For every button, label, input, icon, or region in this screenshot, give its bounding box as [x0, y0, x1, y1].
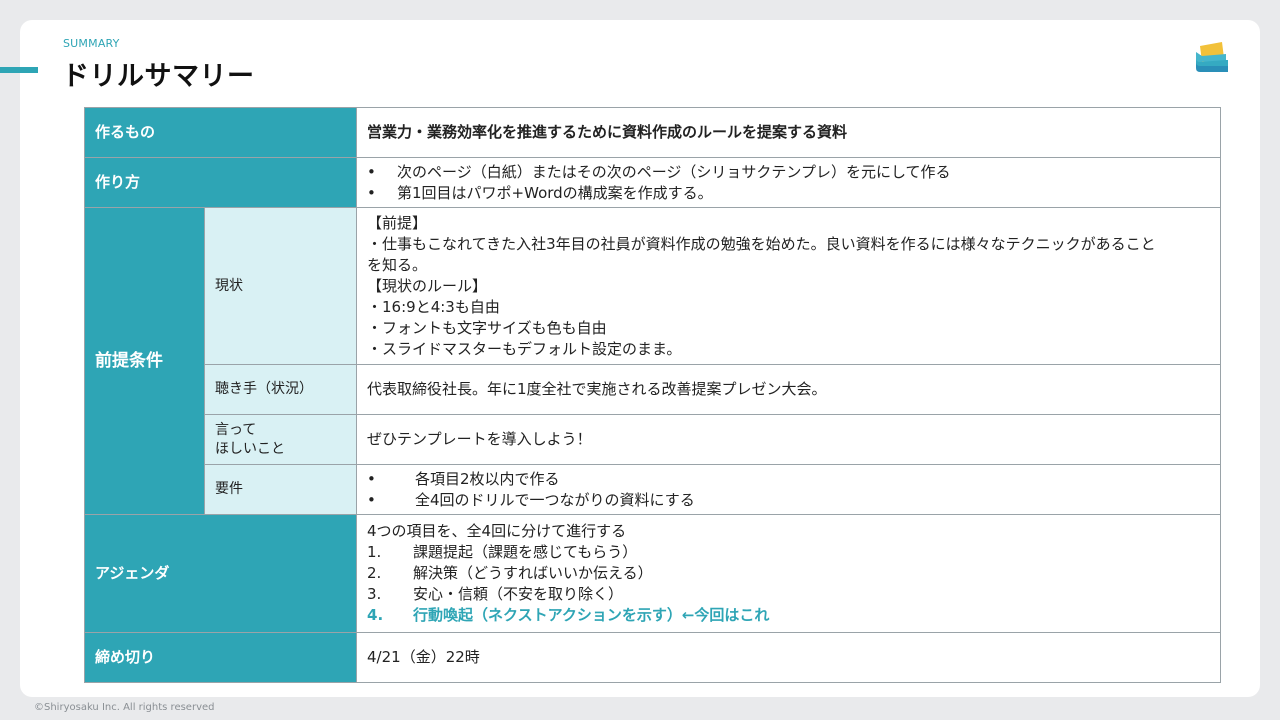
row-value-how: • 次のページ（白紙）またはその次のページ（シリョサクテンプレ）を元にして作る •… [356, 157, 1222, 208]
row-label-make: 作るもの [83, 107, 358, 158]
table-row-current: 前提条件 現状 【前提】 ・仕事もこなれてきた入社3年目の社員が資料作成の勉強を… [84, 207, 1222, 515]
row-label-message: 言って ほしいこと [203, 414, 358, 465]
list-item: • 第1回目はパワポ+Wordの構成案を作成する。 [367, 183, 713, 202]
row-value-message: ぜひテンプレートを導入しよう！ [356, 414, 1222, 465]
table-row-make: 作るもの 営業力・業務効率化を推進するために資料作成のルールを提案する資料 [83, 107, 1222, 158]
row-label-requirements: 要件 [203, 464, 358, 515]
row-label-audience: 聴き手（状況） [203, 364, 358, 415]
list-item: • 各項目2枚以内で作る [367, 469, 560, 488]
list-item: • 全4回のドリルで一つながりの資料にする [367, 490, 695, 509]
row-label-deadline: 締め切り [83, 632, 358, 683]
row-label-how: 作り方 [83, 157, 358, 208]
table-row-how: 作り方 • 次のページ（白紙）またはその次のページ（シリョサクテンプレ）を元にして… [83, 157, 1222, 208]
table-row-audience: 聴き手（状況） 代表取締役社長。年に1度全社で実施される改善提案プレゼン大会。 [85, 364, 1222, 415]
row-value-audience: 代表取締役社長。年に1度全社で実施される改善提案プレゼン大会。 [356, 364, 1222, 415]
row-label-agenda: アジェンダ [83, 514, 358, 633]
row-value-deadline: 4/21（金）22時 [356, 632, 1222, 683]
row-value-make: 営業力・業務効率化を推進するために資料作成のルールを提案する資料 [356, 107, 1222, 158]
table-row-message: 言って ほしいこと ぜひテンプレートを導入しよう！ [85, 414, 1222, 465]
copyright-footer: ©Shiryosaku Inc. All rights reserved [34, 702, 215, 713]
table-row-requirements: 要件 • 各項目2枚以内で作る • 全4回のドリルで一つながりの資料にする [85, 464, 1222, 515]
row-value-requirements: • 各項目2枚以内で作る • 全4回のドリルで一つながりの資料にする [356, 464, 1222, 515]
layers-logo-icon [1196, 42, 1228, 72]
list-item: 1. 課題提起（課題を感じてもらう） [367, 543, 638, 561]
row-label-current: 現状 [203, 207, 358, 365]
table-row-agenda: アジェンダ 4つの項目を、全4回に分けて進行する 1. 課題提起（課題を感じてもら… [83, 514, 1222, 633]
list-item: 2. 解決策（どうすればいいか伝える） [367, 564, 653, 582]
list-item-current: 4. 行動喚起（ネクストアクションを示す）←今回はこれ [367, 606, 770, 624]
page-title: ドリルサマリー [62, 61, 255, 92]
table-row-deadline: 締め切り 4/21（金）22時 [83, 632, 1222, 683]
row-label-premise: 前提条件 [84, 207, 205, 515]
summary-label: SUMMARY [63, 37, 120, 50]
row-value-agenda: 4つの項目を、全4回に分けて進行する 1. 課題提起（課題を感じてもらう） 2. 解… [356, 514, 1222, 633]
list-item: 3. 安心・信頼（不安を取り除く） [367, 585, 624, 603]
row-value-current: 【前提】 ・仕事もこなれてきた入社3年目の社員が資料作成の勉強を始めた。良い資料… [356, 207, 1222, 365]
summary-table: 作るもの 営業力・業務効率化を推進するために資料作成のルールを提案する資料 作り… [83, 107, 1222, 683]
list-item: • 次のページ（白紙）またはその次のページ（シリョサクテンプレ）を元にして作る [367, 162, 951, 181]
title-accent-bar [0, 67, 38, 73]
